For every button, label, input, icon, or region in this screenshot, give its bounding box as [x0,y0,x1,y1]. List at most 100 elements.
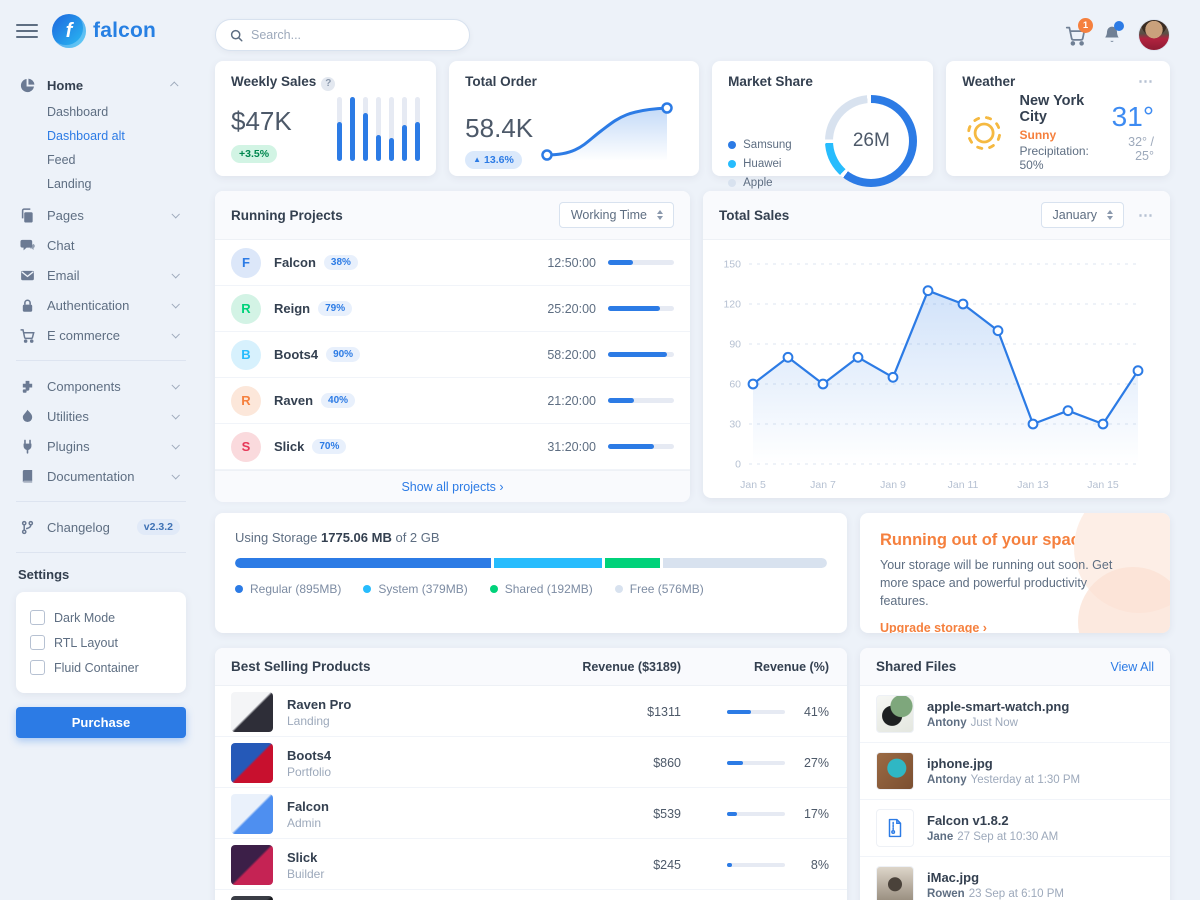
plug-icon [20,438,36,454]
view-all-link[interactable]: View All [1110,660,1154,674]
sidebar-item-changelog[interactable]: Changelogv2.3.2 [16,512,190,542]
checkbox-dark-mode[interactable]: Dark Mode [30,605,172,630]
file-row-falcon-v1-8-2[interactable]: Falcon v1.8.2Jane27 Sep at 10:30 AM [860,800,1170,857]
sidebar-item-pages[interactable]: Pages [16,200,190,230]
envelope-icon [20,267,36,283]
file-name[interactable]: iphone.jpg [927,756,1080,771]
user-avatar[interactable] [1138,19,1170,51]
svg-text:Jan 7: Jan 7 [810,479,836,491]
settings-card: Dark ModeRTL LayoutFluid Container [16,592,186,693]
month-select[interactable]: January [1041,202,1124,228]
project-row-boots4[interactable]: BBoots490%58:20:00 [215,332,690,378]
project-avatar: F [231,248,261,278]
legend-dot [363,585,371,593]
file-row-iphone-jpg[interactable]: iphone.jpgAntonyYesterday at 1:30 PM [860,743,1170,800]
checkbox-icon[interactable] [30,610,45,625]
product-category: Landing [287,714,561,728]
project-pct-badge: 70% [312,439,346,454]
upgrade-storage-link[interactable]: Upgrade storage › [880,621,987,633]
checkbox-icon[interactable] [30,660,45,675]
project-row-raven[interactable]: RRaven40%21:20:00 [215,378,690,424]
project-time: 12:50:00 [547,256,596,270]
sidebar-subitem-dashboard[interactable]: Dashboard [47,100,190,124]
sidebar: f falcon HomeDashboardDashboard altFeedL… [0,0,200,900]
sidebar-item-utilities[interactable]: Utilities [16,401,190,431]
revenue-pct-bar [727,761,785,765]
file-timestamp: Just Now [971,717,1018,729]
file-thumbnail [876,866,914,900]
sidebar-subitem-dashboard-alt[interactable]: Dashboard alt [47,124,190,148]
file-owner: Jane [927,831,953,843]
version-badge: v2.3.2 [137,519,180,535]
legend-label: Shared (192MB) [505,582,593,596]
project-list: FFalcon38%12:50:00RReign79%25:20:00BBoot… [215,240,690,470]
help-icon[interactable]: ? [321,77,335,91]
weather-menu-icon[interactable]: ⋯ [1138,74,1154,89]
sidebar-subitem-feed[interactable]: Feed [47,148,190,172]
best-selling-products-card: Best Selling Products Revenue ($3189) Re… [215,648,847,900]
project-name: Slick [274,439,304,454]
search-input[interactable] [251,28,455,42]
sidebar-item-components[interactable]: Components [16,371,190,401]
project-row-slick[interactable]: SSlick70%31:20:00 [215,424,690,470]
sun-icon [962,106,1006,160]
sidebar-item-chat[interactable]: Chat [16,230,190,260]
product-row-falcon[interactable]: FalconAdmin$53917% [215,788,847,839]
chevron-down-icon [171,411,179,419]
working-time-select[interactable]: Working Time [559,202,674,228]
sidebar-subitem-landing[interactable]: Landing [47,172,190,196]
file-row-apple-smart-watch-png[interactable]: apple-smart-watch.pngAntonyJust Now [860,686,1170,743]
total-sales-menu-icon[interactable]: ⋯ [1138,208,1154,223]
sidebar-item-label: Plugins [47,439,161,454]
product-thumbnail [231,743,273,783]
falcon-dashboard: f falcon HomeDashboardDashboard altFeedL… [0,0,1200,900]
product-name: Raven Pro [287,697,561,712]
project-progress-bar [608,306,674,311]
sidebar-nav: HomeDashboardDashboard altFeedLanding Pag… [16,70,190,542]
main-content: 1 Weekly Sales? $47K +3.5% [200,0,1200,900]
total-order-title: Total Order [465,74,537,89]
sidebar-item-home[interactable]: Home [16,70,190,100]
cart-count-badge: 1 [1078,18,1093,33]
file-zip-icon [876,809,914,847]
checkbox-rtl-layout[interactable]: RTL Layout [30,630,172,655]
revenue-pct-column-header: Revenue (%) [681,660,831,674]
purchase-button[interactable]: Purchase [16,707,186,738]
sidebar-item-email[interactable]: Email [16,260,190,290]
sidebar-item-label: Email [47,268,161,283]
sidebar-item-e-commerce[interactable]: E commerce [16,320,190,350]
svg-text:Jan 13: Jan 13 [1017,479,1049,491]
show-all-projects-link[interactable]: Show all projects › [401,480,503,494]
file-name[interactable]: Falcon v1.8.2 [927,813,1058,828]
file-name[interactable]: iMac.jpg [927,870,1064,885]
sidebar-item-authentication[interactable]: Authentication [16,290,190,320]
notification-dot [1114,21,1124,31]
bar [350,97,355,161]
checkbox-fluid-container[interactable]: Fluid Container [30,655,172,680]
total-sales-card: Total Sales January ⋯ 0306090120150Jan 5… [703,191,1170,498]
revenue-pct-value: 17% [797,807,829,821]
sidebar-item-plugins[interactable]: Plugins [16,431,190,461]
chevron-down-icon [171,210,179,218]
project-name: Raven [274,393,313,408]
legend-dot [728,141,736,149]
search-box[interactable] [215,19,470,51]
upgrade-body-text: Your storage will be running out soon. G… [880,556,1128,610]
checkbox-icon[interactable] [30,635,45,650]
file-thumbnail [876,695,914,733]
file-row-imac-jpg[interactable]: iMac.jpgRowen23 Sep at 6:10 PM [860,857,1170,900]
project-row-falcon[interactable]: FFalcon38%12:50:00 [215,240,690,286]
product-row-slick[interactable]: SlickBuilder$2458% [215,839,847,890]
falcon-logo[interactable]: f falcon [52,14,156,48]
product-row-boots4[interactable]: Boots4Portfolio$86027% [215,737,847,788]
product-row-raven-pro[interactable]: Raven ProLanding$131141% [215,686,847,737]
sidebar-item-documentation[interactable]: Documentation [16,461,190,491]
notifications-button[interactable] [1102,25,1122,45]
legend-label: Apple [743,177,772,189]
product-row[interactable] [215,890,847,900]
project-row-reign[interactable]: RReign79%25:20:00 [215,286,690,332]
project-pct-badge: 38% [324,255,358,270]
hamburger-menu-icon[interactable] [16,20,38,42]
cart-button[interactable]: 1 [1065,25,1086,46]
file-name[interactable]: apple-smart-watch.png [927,699,1069,714]
